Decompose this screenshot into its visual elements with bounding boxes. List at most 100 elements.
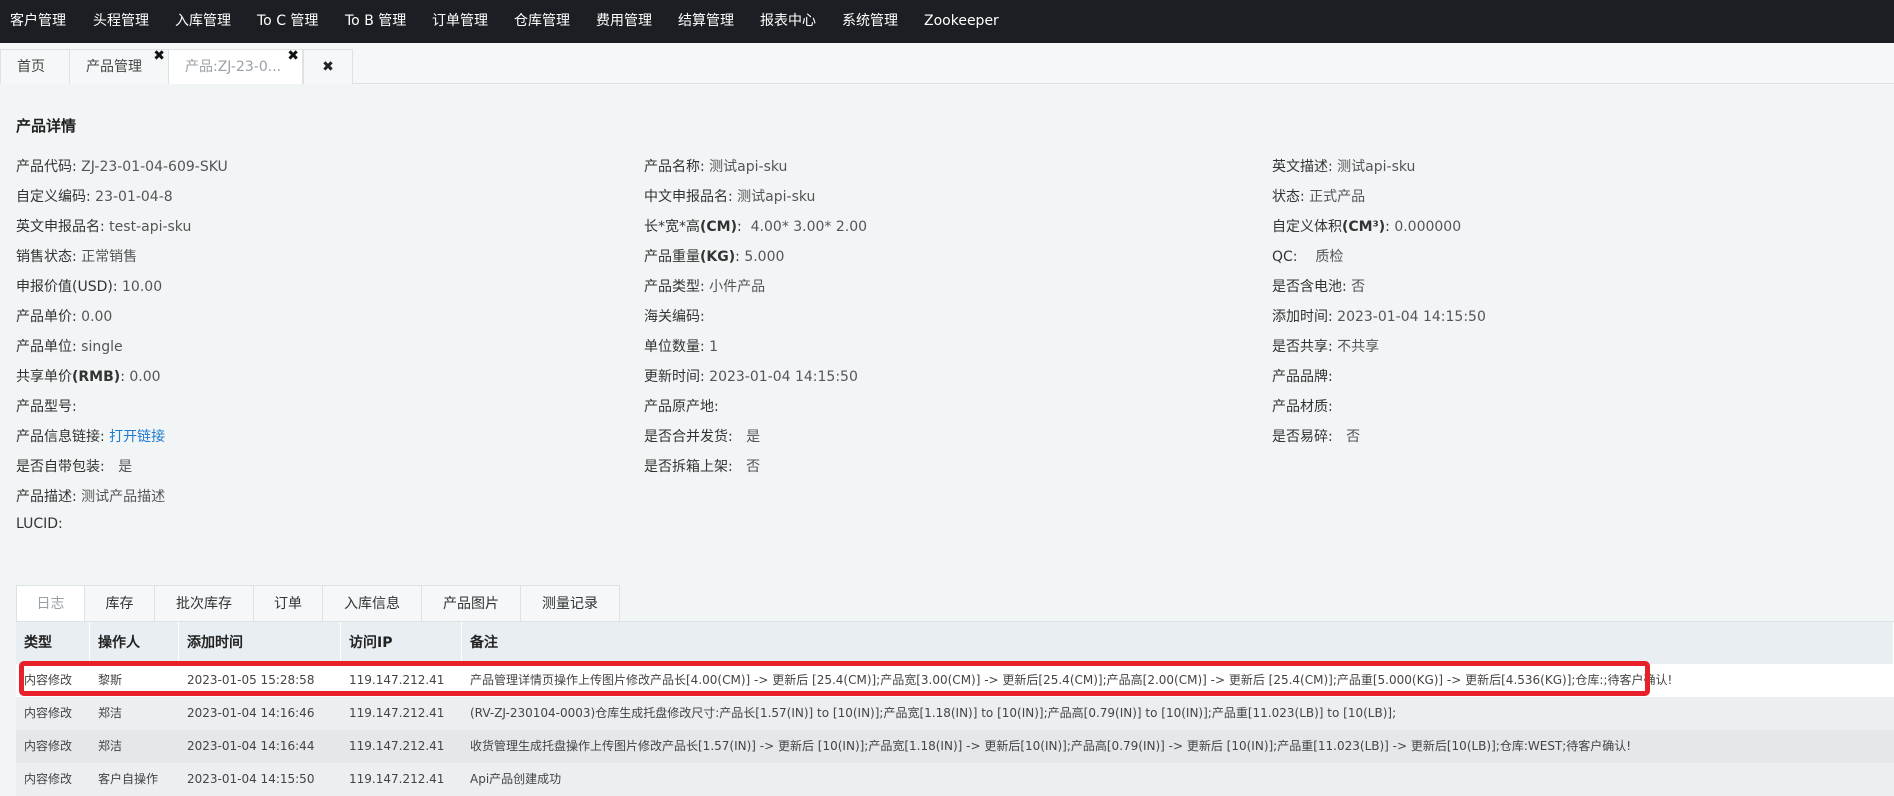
field-value: 2023-01-04 14:15:50: [1337, 309, 1486, 325]
cell-added-time: 2023-01-04 14:15:50: [187, 772, 315, 786]
close-icon[interactable]: ✖: [287, 49, 299, 63]
field-label: 产品单位:: [16, 339, 77, 355]
field-label: 自定义编码:: [16, 189, 91, 205]
field-label: 是否含电池:: [1272, 279, 1347, 295]
cell-ip: 119.147.212.41: [349, 739, 445, 753]
open-link[interactable]: 打开链接: [109, 429, 165, 445]
field-label: 产品材质:: [1272, 399, 1333, 415]
field-label: 产品信息链接:: [16, 429, 105, 445]
field-value: 正式产品: [1309, 189, 1366, 205]
field-en-description: 英文描述: 测试api-sku: [1272, 156, 1415, 176]
field-product-weight: 产品重量(KG): 5.000: [644, 246, 784, 266]
page-title: 产品详情: [16, 117, 77, 135]
field-label: 自定义体积(CM³):: [1272, 219, 1390, 235]
field-value: ZJ-23-01-04-609-SKU: [81, 159, 228, 175]
field-hs-code: 海关编码:: [644, 306, 705, 326]
nav-order-management[interactable]: 订单管理: [432, 0, 488, 43]
field-qc: QC: 质检: [1272, 246, 1343, 266]
field-label: 状态:: [1272, 189, 1305, 205]
field-unbox-shelving: 是否拆箱上架: 否: [644, 456, 760, 476]
nav-warehouse-management[interactable]: 仓库管理: [514, 0, 570, 43]
cell-added-time: 2023-01-05 15:28:58: [187, 673, 315, 687]
log-table: 类型 操作人 添加时间 访问IP 备注 内容修改 黎斯 2023-01-05 1…: [16, 621, 1894, 796]
close-icon: ✖: [322, 59, 334, 75]
tab-product-images[interactable]: 产品图片: [421, 585, 521, 622]
top-navigation-bar: 客户管理 头程管理 入库管理 To C 管理 To B 管理 订单管理 仓库管理…: [0, 0, 1894, 43]
table-row[interactable]: 内容修改 客户自操作 2023-01-04 14:15:50 119.147.2…: [16, 763, 1894, 796]
cell-ip: 119.147.212.41: [349, 772, 445, 786]
nav-zookeeper[interactable]: Zookeeper: [924, 0, 999, 43]
tab-log[interactable]: 日志: [16, 585, 85, 622]
field-product-name: 产品名称: 测试api-sku: [644, 156, 787, 176]
field-product-description: 产品描述: 测试产品描述: [16, 486, 165, 506]
field-added-time: 添加时间: 2023-01-04 14:15:50: [1272, 306, 1486, 326]
field-label: LUCID:: [16, 516, 63, 532]
nav-first-leg-management[interactable]: 头程管理: [93, 0, 149, 43]
field-custom-code: 自定义编码: 23-01-04-8: [16, 186, 173, 206]
field-value: 0.00: [129, 369, 161, 385]
field-value: 5.000: [744, 249, 785, 265]
page-tab-bar: 首页 产品管理 ✖ 产品:ZJ-23-0... ✖ ✖: [0, 43, 1894, 85]
tab-inventory[interactable]: 库存: [84, 585, 155, 622]
tab-home[interactable]: 首页: [0, 49, 70, 84]
field-label: 是否易碎:: [1272, 429, 1333, 445]
field-sales-status: 销售状态: 正常销售: [16, 246, 137, 266]
field-value: 是: [118, 459, 133, 475]
field-status: 状态: 正式产品: [1272, 186, 1365, 206]
nav-settlement-management[interactable]: 结算管理: [678, 0, 734, 43]
cell-remark: (RV-ZJ-230104-0003)仓库生成托盘修改尺寸:产品长[1.57(I…: [470, 706, 1397, 720]
tab-batch-inventory[interactable]: 批次库存: [154, 585, 254, 622]
close-all-tabs-button[interactable]: ✖: [303, 49, 353, 84]
field-label: 英文描述:: [1272, 159, 1333, 175]
table-row[interactable]: 内容修改 郑洁 2023-01-04 14:16:44 119.147.212.…: [16, 730, 1894, 763]
field-value: 2023-01-04 14:15:50: [709, 369, 858, 385]
field-product-type: 产品类型: 小件产品: [644, 276, 765, 296]
field-value: 0.000000: [1394, 219, 1462, 235]
tab-product-management[interactable]: 产品管理 ✖: [69, 49, 169, 84]
tab-inbound-info[interactable]: 入库信息: [322, 585, 422, 622]
field-label: QC:: [1272, 249, 1298, 265]
field-value: 测试产品描述: [81, 489, 166, 505]
cell-operator: 郑洁: [98, 706, 123, 720]
field-product-unit: 产品单位: single: [16, 336, 123, 356]
field-origin: 产品原产地:: [644, 396, 719, 416]
field-label: 是否共享:: [1272, 339, 1333, 355]
field-label-colon: :: [735, 249, 740, 265]
nav-fee-management[interactable]: 费用管理: [596, 0, 652, 43]
field-label-text: 共享单价: [16, 369, 72, 385]
field-label-unit: (CM³): [1342, 219, 1386, 235]
field-value: 测试api-sku: [1337, 159, 1416, 175]
cell-added-time: 2023-01-04 14:16:46: [187, 706, 315, 720]
table-header: 类型 操作人 添加时间 访问IP 备注: [16, 622, 1894, 664]
field-value: 4.00* 3.00* 2.00: [750, 219, 868, 235]
field-value: 否: [1351, 279, 1366, 295]
field-label: 销售状态:: [16, 249, 77, 265]
field-label: 更新时间:: [644, 369, 705, 385]
tab-orders[interactable]: 订单: [253, 585, 323, 622]
field-merge-shipping: 是否合并发货: 是: [644, 426, 760, 446]
field-product-info-link: 产品信息链接: 打开链接: [16, 426, 165, 446]
tab-measurement-records[interactable]: 测量记录: [520, 585, 620, 622]
cell-operator: 黎斯: [98, 673, 123, 687]
field-lucid: LUCID:: [16, 516, 63, 532]
nav-to-b-management[interactable]: To B 管理: [345, 0, 406, 43]
field-label: 产品类型:: [644, 279, 705, 295]
nav-customer-management[interactable]: 客户管理: [10, 0, 66, 43]
field-value: 1: [709, 339, 719, 355]
close-icon[interactable]: ✖: [153, 49, 165, 63]
field-label: 海关编码:: [644, 309, 705, 325]
field-label-text: 产品重量: [644, 249, 700, 265]
field-label: 共享单价(RMB):: [16, 369, 125, 385]
nav-inbound-management[interactable]: 入库管理: [175, 0, 231, 43]
field-label: 长*宽*高(CM):: [644, 219, 742, 235]
table-row[interactable]: 内容修改 郑洁 2023-01-04 14:16:46 119.147.212.…: [16, 697, 1894, 730]
tab-product-detail[interactable]: 产品:ZJ-23-0... ✖: [168, 49, 303, 85]
field-value: 不共享: [1337, 339, 1380, 355]
nav-to-c-management[interactable]: To C 管理: [257, 0, 318, 43]
nav-system-management[interactable]: 系统管理: [842, 0, 898, 43]
nav-report-center[interactable]: 报表中心: [760, 0, 816, 43]
field-value: 10.00: [122, 279, 163, 295]
table-row[interactable]: 内容修改 黎斯 2023-01-05 15:28:58 119.147.212.…: [16, 664, 1894, 697]
cell-remark: 产品管理详情页操作上传图片修改产品长[4.00(CM)] -> 更新后 [25.…: [470, 673, 1673, 687]
field-label: 产品名称:: [644, 159, 705, 175]
